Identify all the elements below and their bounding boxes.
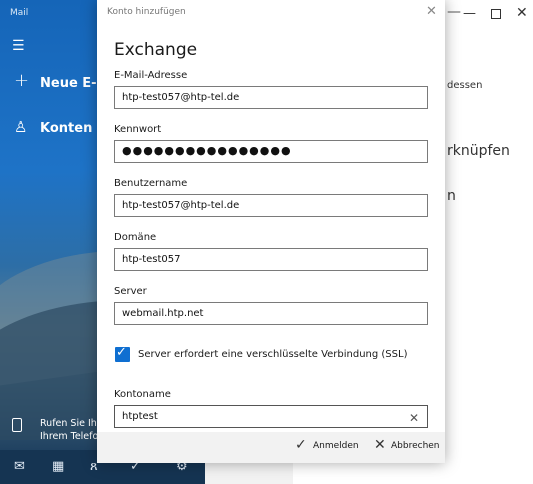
plus-icon[interactable]: + (14, 70, 29, 91)
phone-promo-text[interactable]: Rufen Sie Ihr Ihrem Telefo (40, 417, 101, 443)
server-label: Server (114, 286, 147, 297)
hamburger-icon[interactable]: ☰ (12, 38, 25, 54)
calendar-icon[interactable]: ▦ (52, 459, 64, 474)
domain-label: Domäne (114, 232, 157, 243)
domain-field[interactable]: htp-test057 (114, 248, 428, 271)
person-icon[interactable]: ♙ (14, 118, 27, 136)
mail-icon[interactable]: ✉ (14, 459, 25, 474)
ssl-checkbox[interactable]: ✓ (115, 345, 130, 362)
password-label: Kennwort (114, 124, 162, 135)
background-text: rknüpfen (447, 143, 510, 159)
username-label: Benutzername (114, 178, 188, 189)
email-label: E-Mail-Adresse (114, 70, 188, 81)
signin-button[interactable]: Anmelden (313, 441, 359, 451)
account-name-field[interactable]: htptest (114, 405, 428, 428)
accounts-button[interactable]: Konten (40, 121, 92, 136)
password-field[interactable]: ●●●●●●●●●●●●●●●● (114, 140, 428, 163)
maximize-icon[interactable] (491, 9, 501, 19)
close-window-icon[interactable]: ✕ (516, 5, 528, 21)
phone-promo-line: Rufen Sie Ihr (40, 418, 101, 429)
background-text: dessen (447, 80, 483, 91)
account-name-label: Kontoname (114, 389, 171, 400)
dialog-title: Exchange (114, 40, 198, 60)
check-icon[interactable]: ✓ (295, 437, 307, 453)
close-icon[interactable]: ✕ (426, 4, 437, 19)
phone-icon (12, 418, 22, 432)
username-field[interactable]: htp-test057@htp-tel.de (114, 194, 428, 217)
add-account-dialog: Konto hinzufügen ✕ Exchange E-Mail-Adres… (97, 0, 445, 463)
minimize-icon[interactable]: — (463, 6, 476, 21)
background-text: n (447, 188, 456, 204)
email-field[interactable]: htp-test057@htp-tel.de (114, 86, 428, 109)
dialog-header: Konto hinzufügen (107, 7, 186, 17)
cancel-icon[interactable]: ✕ (374, 437, 386, 453)
ssl-label[interactable]: Server erfordert eine verschlüsselte Ver… (138, 349, 407, 360)
server-field[interactable]: webmail.htp.net (114, 302, 428, 325)
phone-promo-line: Ihrem Telefo (40, 431, 99, 442)
clear-icon[interactable]: ✕ (409, 411, 419, 425)
app-title: Mail (10, 8, 29, 18)
check-icon: ✓ (116, 345, 127, 360)
window-divider: — (447, 4, 461, 20)
cancel-button[interactable]: Abbrechen (391, 441, 440, 451)
